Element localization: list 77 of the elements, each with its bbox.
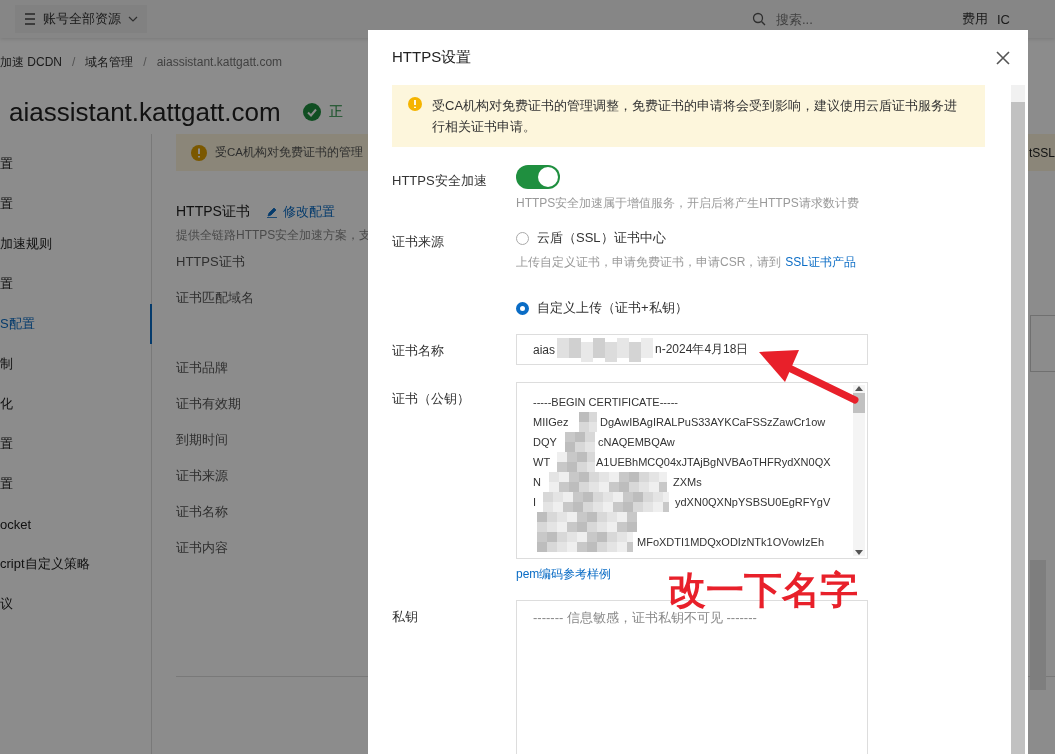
field-label: 到期时间 (176, 431, 228, 449)
breadcrumb-link[interactable]: 域名管理 (85, 53, 134, 71)
radio-button[interactable] (516, 301, 529, 315)
pem-sample-link[interactable]: pem编码参考样例 (516, 566, 612, 583)
certificate-text: cNAQEMBQAw (598, 435, 675, 450)
radio-button[interactable] (516, 231, 529, 245)
sidebar-item[interactable]: cript自定义策略 (0, 544, 151, 584)
hint-text: HTTPS安全加速属于增值服务，开启后将产生HTTPS请求数计费 (516, 195, 860, 212)
breadcrumb-separator: / (143, 55, 147, 69)
certificate-name-field[interactable]: aias n-2024年4月18日 (516, 334, 868, 365)
field-label: 证书品牌 (176, 359, 228, 377)
field-label: 证书来源 (176, 467, 228, 485)
field-label: 证书（公钥） (392, 390, 471, 408)
radio-label: 自定义上传（证书+私钥） (537, 299, 688, 317)
sidebar-item[interactable]: 置 (0, 184, 151, 224)
hint-text: 上传自定义证书，申请免费证书，申请CSR，请到 (516, 254, 782, 271)
notice-text: 受CA机构对免费证书的管理 (215, 145, 363, 160)
certificate-textarea[interactable]: -----BEGIN CERTIFICATE----- MIIGez DgAwIBAgIRALPuS33AYKCaFSSzZawCr1ow DQY cNAQEMBQAw WT A1UEBhMCQ04xJTAjBgNVBAoTHFRydXN0QX N ZXMs I ydXN0QXNpYSBSU0EgRFYgV MFoXDTI1MDQxODIzNTk1OVowIzEh (516, 382, 868, 559)
breadcrumb-link[interactable]: 加速 DCDN (0, 53, 62, 71)
certificate-text: ydXN0QXNpYSBSU0EgRFYgV (675, 495, 831, 510)
field-label: 证书匹配域名 (176, 289, 254, 307)
notice-text: 受CA机构对免费证书的管理调整，免费证书的申请将会受到影响，建议使用云盾证书服务进行相关证书申请。 (432, 97, 959, 136)
sidebar-item[interactable]: 置 (0, 464, 151, 504)
certificate-text: ZXMs (673, 475, 702, 490)
breadcrumb-link[interactable]: aiassistant.kattgatt.com (156, 55, 283, 69)
top-link[interactable]: 费用 (962, 10, 997, 28)
sidebar-item[interactable]: 加速规则 (0, 224, 151, 264)
scroll-up-icon[interactable] (855, 385, 863, 391)
list-icon (23, 12, 37, 26)
field-label: 私钥 (392, 608, 419, 626)
close-icon (996, 50, 1010, 65)
check-circle-icon (302, 103, 321, 121)
field-label: 证书名称 (392, 342, 445, 360)
breadcrumb-separator: / (72, 55, 76, 69)
domain-title: aiassistant.kattgatt.com (9, 96, 281, 128)
warning-icon (191, 144, 207, 161)
radio-label: 云盾（SSL）证书中心 (537, 229, 666, 247)
certificate-text: MIIGez (533, 415, 569, 430)
sidebar-item[interactable]: 置 (0, 424, 151, 464)
radio-option[interactable]: 云盾（SSL）证书中心 (516, 229, 868, 247)
certificate-text: N (533, 475, 541, 490)
certificate-text: I (533, 495, 537, 510)
certificate-text: MFoXDTI1MDQxODIzNTk1OVowIzEh (637, 535, 825, 550)
sidebar-item[interactable]: 置 (0, 144, 151, 184)
certificate-text: DgAwIBAgIRALPuS33AYKCaFSSzZawCr1ow (600, 415, 826, 430)
sidebar-item[interactable]: ocket (0, 504, 151, 544)
section-title: HTTPS证书 (176, 203, 250, 221)
warning-icon (408, 97, 422, 111)
field-label: HTTPS证书 (176, 253, 245, 271)
status-text: 正 (328, 103, 343, 121)
field-label: 证书内容 (176, 539, 228, 557)
close-button[interactable] (994, 48, 1012, 67)
field-label: 证书名称 (176, 503, 228, 521)
search-input[interactable]: 搜索... (774, 10, 838, 28)
scroll-down-icon[interactable] (855, 550, 863, 556)
sidebar-item[interactable]: 置 (0, 264, 151, 304)
certificate-text: DQY (533, 435, 557, 450)
dialog-title: HTTPS设置 (392, 48, 472, 67)
sidebar-item[interactable]: 议 (0, 584, 151, 624)
field-label: 证书来源 (392, 233, 445, 251)
certificate-text: A1UEBhMCQ04xJTAjBgNVBAoTHFRydXN0QX (596, 455, 831, 470)
field-label: HTTPS安全加速 (392, 172, 488, 190)
notice-text: tSSL (1029, 145, 1055, 160)
ssl-product-link[interactable]: SSL证书产品 (785, 254, 857, 271)
pencil-icon (265, 206, 278, 218)
sidebar-item[interactable]: 制 (0, 344, 151, 384)
certificate-text: WT (533, 455, 551, 470)
search-icon (752, 12, 766, 26)
top-link[interactable]: IC (997, 11, 1032, 27)
certificate-text: -----BEGIN CERTIFICATE----- (533, 395, 678, 410)
toggle-switch[interactable] (516, 165, 560, 189)
edit-link[interactable]: 修改配置 (265, 203, 335, 221)
sidebar-item[interactable]: S配置 (0, 304, 151, 344)
field-label: 证书有效期 (176, 395, 241, 413)
radio-option[interactable]: 自定义上传（证书+私钥） (516, 299, 868, 317)
sidebar-item[interactable]: 化 (0, 384, 151, 424)
account-dropdown[interactable]: 账号全部资源 (15, 5, 147, 33)
